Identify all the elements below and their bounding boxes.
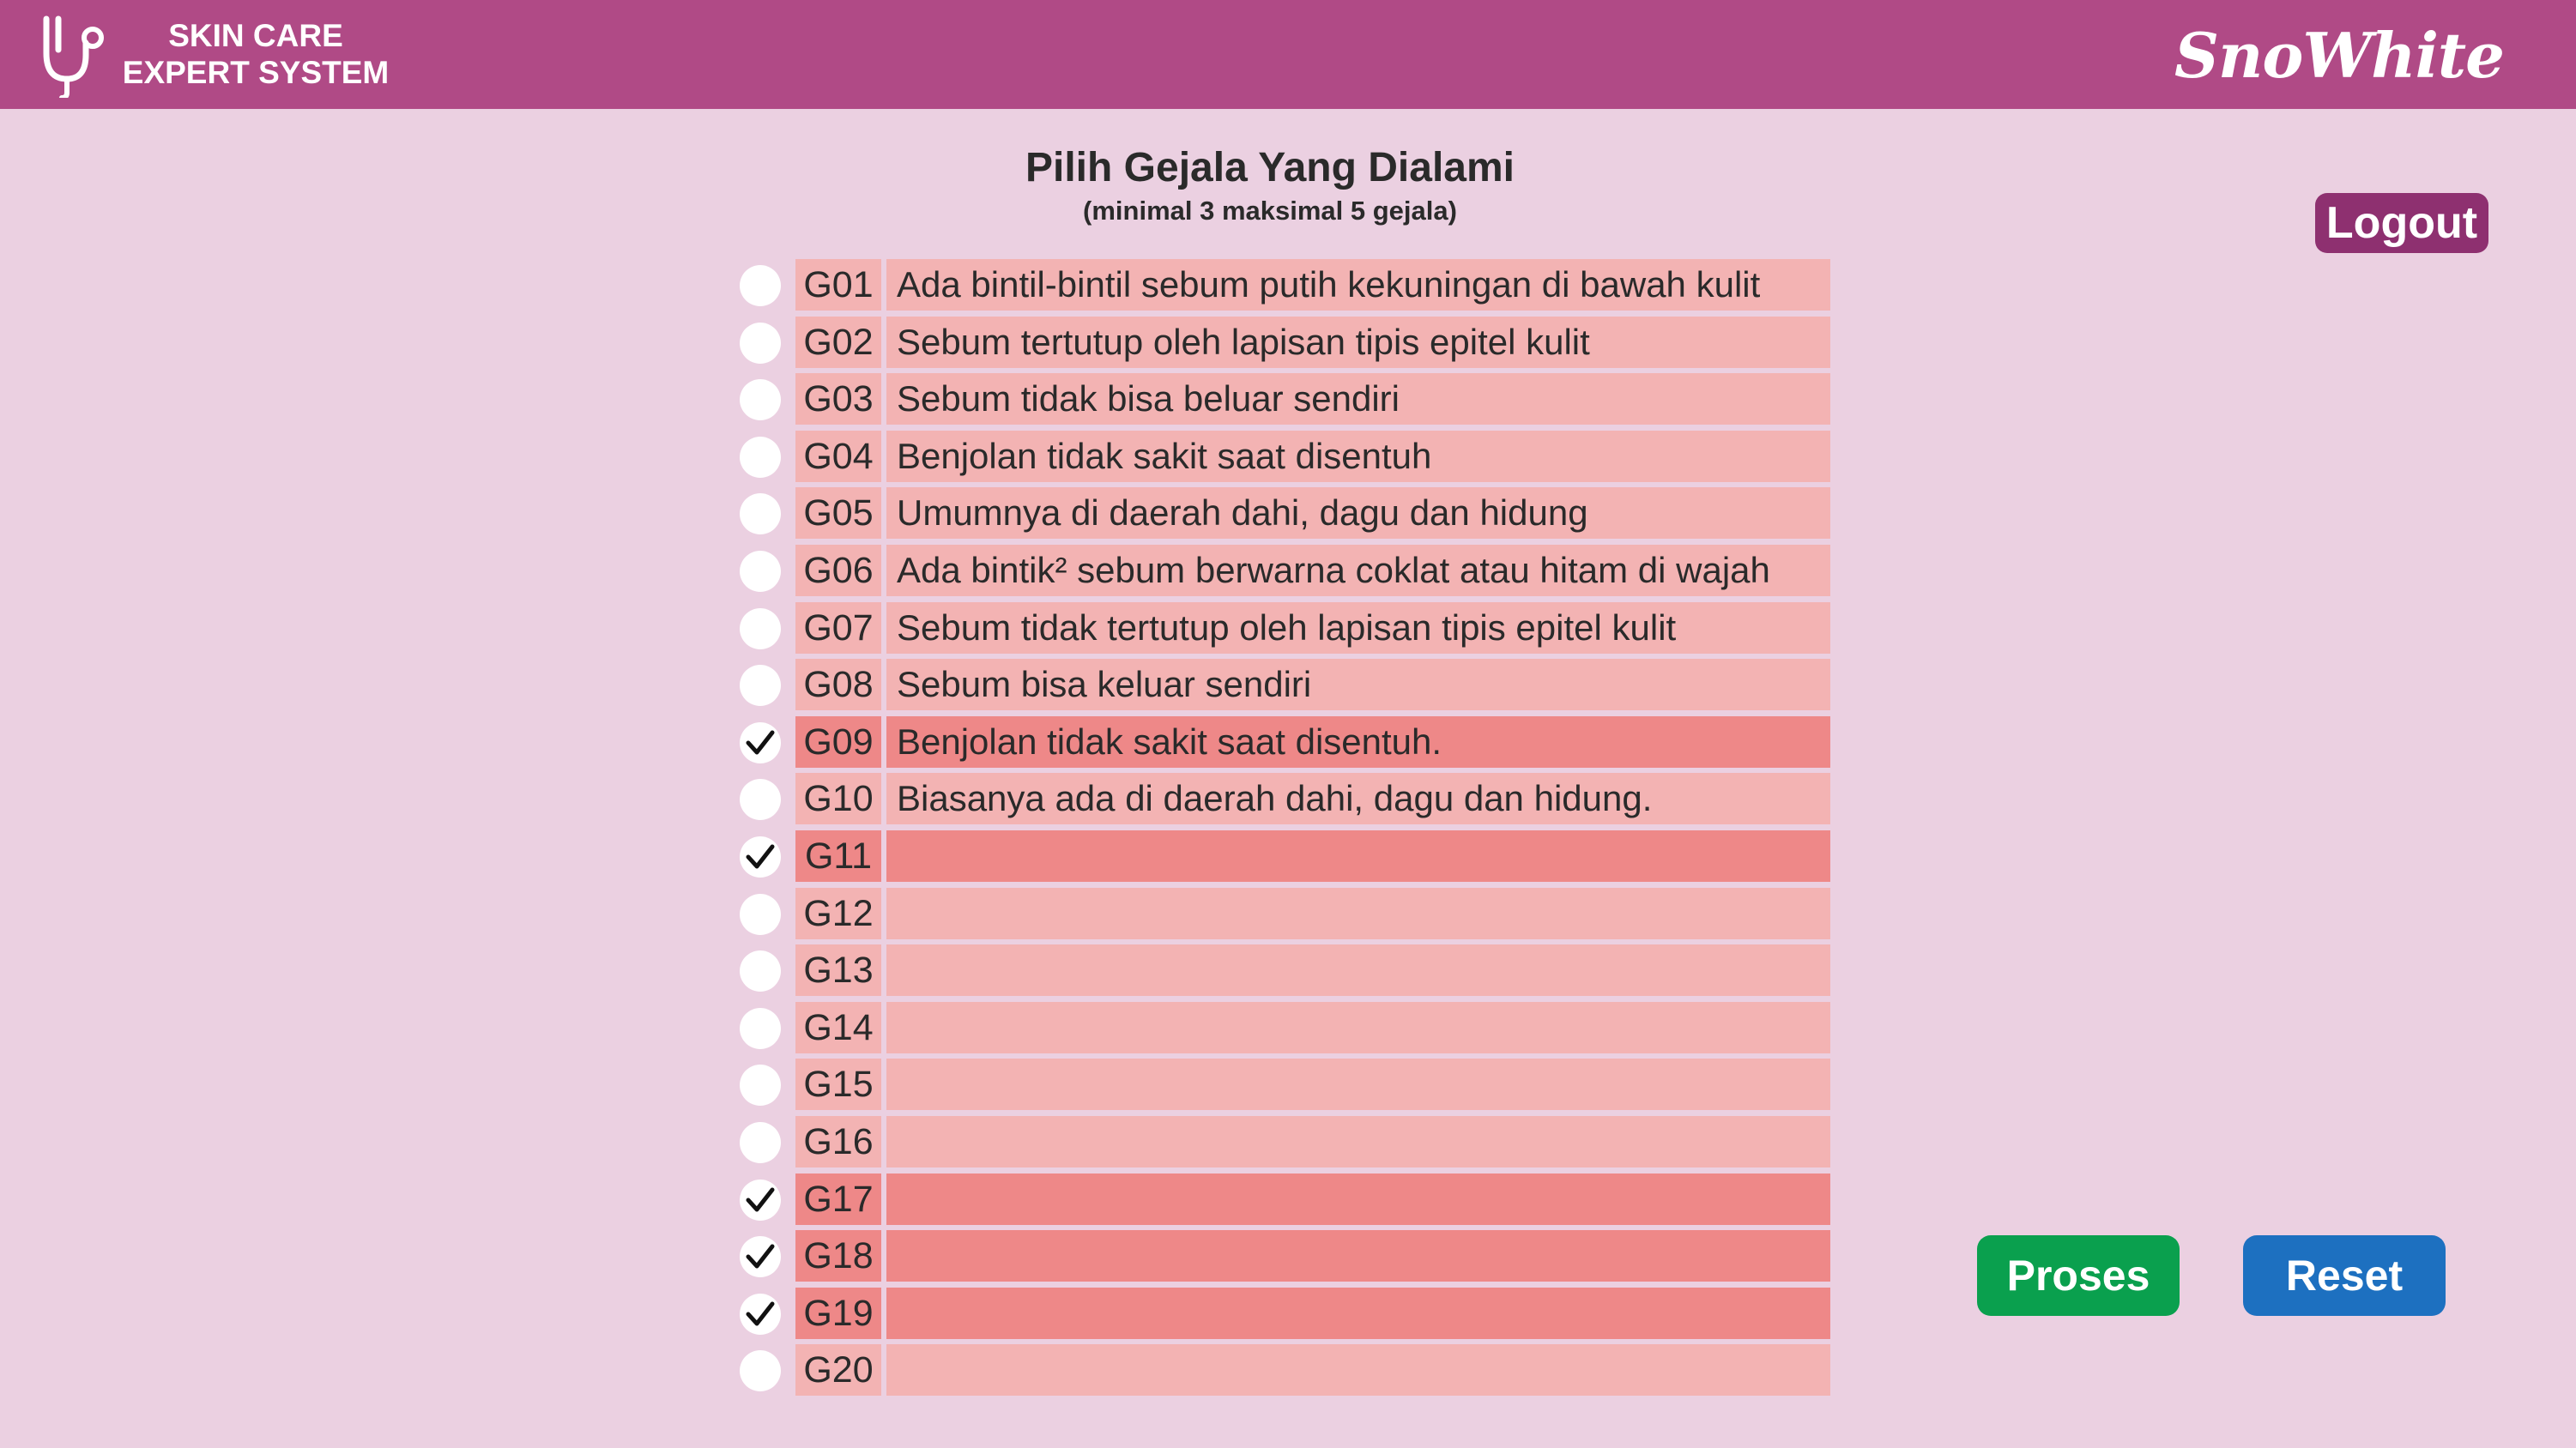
symptom-code: G04	[795, 430, 881, 482]
symptom-row[interactable]: G02 Sebum tertutup oleh lapisan tipis epi…	[736, 315, 1831, 372]
symptom-radio[interactable]	[740, 265, 781, 306]
symptom-row[interactable]: G18	[736, 1228, 1831, 1286]
symptom-code: G05	[795, 487, 881, 540]
symptom-radio[interactable]	[740, 1179, 781, 1221]
symptom-code: G01	[795, 259, 881, 311]
symptom-row[interactable]: G16	[736, 1114, 1831, 1172]
symptom-radio[interactable]	[740, 493, 781, 535]
symptom-description	[886, 830, 1830, 882]
symptom-code: G09	[795, 715, 881, 768]
symptom-row[interactable]: G06 Ada bintik² sebum berwarna coklat ata…	[736, 543, 1831, 600]
symptom-code: G08	[795, 659, 881, 711]
symptom-code: G02	[795, 316, 881, 368]
symptom-row[interactable]: G20	[736, 1342, 1831, 1400]
reset-button[interactable]: Reset	[2243, 1235, 2446, 1316]
symptom-description: Sebum tertutup oleh lapisan tipis epitel…	[886, 316, 1830, 368]
checkmark-icon	[746, 1187, 775, 1211]
symptom-code: G03	[795, 373, 881, 425]
symptom-description: Ada bintik² sebum berwarna coklat atau h…	[886, 544, 1830, 596]
app-title-line1: SKIN CARE	[168, 18, 343, 53]
symptom-code: G06	[795, 544, 881, 596]
symptom-radio[interactable]	[740, 1236, 781, 1278]
symptom-description	[886, 1115, 1830, 1167]
symptom-radio[interactable]	[740, 322, 781, 364]
symptom-radio[interactable]	[740, 1121, 781, 1163]
symptom-row[interactable]: G19	[736, 1286, 1831, 1343]
symptom-radio[interactable]	[740, 1065, 781, 1107]
symptom-row[interactable]: G03 Sebum tidak bisa beluar sendiri	[736, 371, 1831, 429]
app-header: SKIN CARE EXPERT SYSTEM SnoWhite	[0, 0, 2576, 109]
symptom-row[interactable]: G15	[736, 1057, 1831, 1114]
checkmark-icon	[746, 844, 775, 869]
checkmark-icon	[746, 730, 775, 755]
symptom-radio[interactable]	[740, 665, 781, 707]
symptom-row[interactable]: G10 Biasanya ada di daerah dahi, dagu dan…	[736, 771, 1831, 829]
symptom-code: G17	[795, 1173, 881, 1225]
page-subtitle: (minimal 3 maksimal 5 gejala)	[1083, 196, 1457, 226]
symptom-code: G16	[795, 1115, 881, 1167]
symptom-description: Umumnya di daerah dahi, dagu dan hidung	[886, 487, 1830, 540]
symptom-description: Biasanya ada di daerah dahi, dagu dan hi…	[886, 773, 1830, 825]
symptom-radio[interactable]	[740, 836, 781, 878]
symptom-code: G13	[795, 944, 881, 997]
symptom-description: Sebum tidak bisa beluar sendiri	[886, 373, 1830, 425]
symptom-description	[886, 1173, 1830, 1225]
symptom-description: Benjolan tidak sakit saat disentuh.	[886, 715, 1830, 768]
symptom-code: G10	[795, 773, 881, 825]
symptom-radio[interactable]	[740, 436, 781, 478]
symptom-row[interactable]: G17	[736, 1172, 1831, 1229]
symptom-description: Sebum bisa keluar sendiri	[886, 659, 1830, 711]
symptom-radio[interactable]	[740, 721, 781, 763]
symptom-description	[886, 1287, 1830, 1339]
symptom-code: G11	[795, 830, 881, 882]
symptom-row[interactable]: G14	[736, 1000, 1831, 1058]
app-title: SKIN CARE EXPERT SYSTEM	[118, 17, 393, 91]
page-title: Pilih Gejala Yang Dialami	[1025, 145, 1515, 190]
symptom-description	[886, 1344, 1830, 1397]
symptom-description	[886, 944, 1830, 997]
symptom-description: Benjolan tidak sakit saat disentuh	[886, 430, 1830, 482]
symptom-code: G14	[795, 1001, 881, 1053]
symptom-description	[886, 887, 1830, 939]
symptom-row[interactable]: G04 Benjolan tidak sakit saat disentuh	[736, 429, 1831, 486]
symptom-row[interactable]: G12	[736, 886, 1831, 944]
symptom-code: G15	[795, 1059, 881, 1111]
symptom-row[interactable]: G13	[736, 943, 1831, 1000]
checkmark-icon	[746, 1244, 775, 1269]
logout-button[interactable]: Logout	[2315, 193, 2488, 253]
symptom-description	[886, 1001, 1830, 1053]
symptom-description: Sebum tidak tertutup oleh lapisan tipis …	[886, 601, 1830, 654]
symptom-description: Ada bintil-bintil sebum putih kekuningan…	[886, 259, 1830, 311]
symptom-radio[interactable]	[740, 379, 781, 421]
symptom-code: G07	[795, 601, 881, 654]
symptom-row[interactable]: G08 Sebum bisa keluar sendiri	[736, 657, 1831, 715]
stethoscope-icon	[43, 15, 104, 98]
symptom-code: G12	[795, 887, 881, 939]
symptom-radio[interactable]	[740, 1007, 781, 1049]
symptom-row[interactable]: G07 Sebum tidak tertutup oleh lapisan tip…	[736, 600, 1831, 658]
checkmark-icon	[746, 1301, 775, 1326]
symptom-row[interactable]: G01 Ada bintil-bintil sebum putih kekunin…	[736, 257, 1831, 315]
symptom-row[interactable]: G11	[736, 829, 1831, 886]
symptom-radio[interactable]	[740, 607, 781, 649]
symptom-row[interactable]: G05 Umumnya di daerah dahi, dagu dan hidu…	[736, 486, 1831, 543]
symptom-code: G18	[795, 1230, 881, 1282]
symptom-row[interactable]: G09 Benjolan tidak sakit saat disentuh.	[736, 715, 1831, 772]
symptom-description	[886, 1059, 1830, 1111]
symptom-code: G19	[795, 1287, 881, 1339]
symptom-radio[interactable]	[740, 779, 781, 821]
proses-button[interactable]: Proses	[1977, 1235, 2180, 1316]
symptom-radio[interactable]	[740, 550, 781, 592]
symptom-radio[interactable]	[740, 1350, 781, 1392]
symptom-radio[interactable]	[740, 950, 781, 992]
symptom-description	[886, 1230, 1830, 1282]
symptom-radio[interactable]	[740, 893, 781, 935]
app-title-line2: EXPERT SYSTEM	[122, 55, 390, 90]
symptom-code: G20	[795, 1344, 881, 1397]
symptom-radio[interactable]	[740, 1293, 781, 1335]
brand-logo: SnoWhite	[2174, 19, 2505, 92]
symptom-list: G01 Ada bintil-bintil sebum putih kekunin…	[736, 257, 1831, 1400]
